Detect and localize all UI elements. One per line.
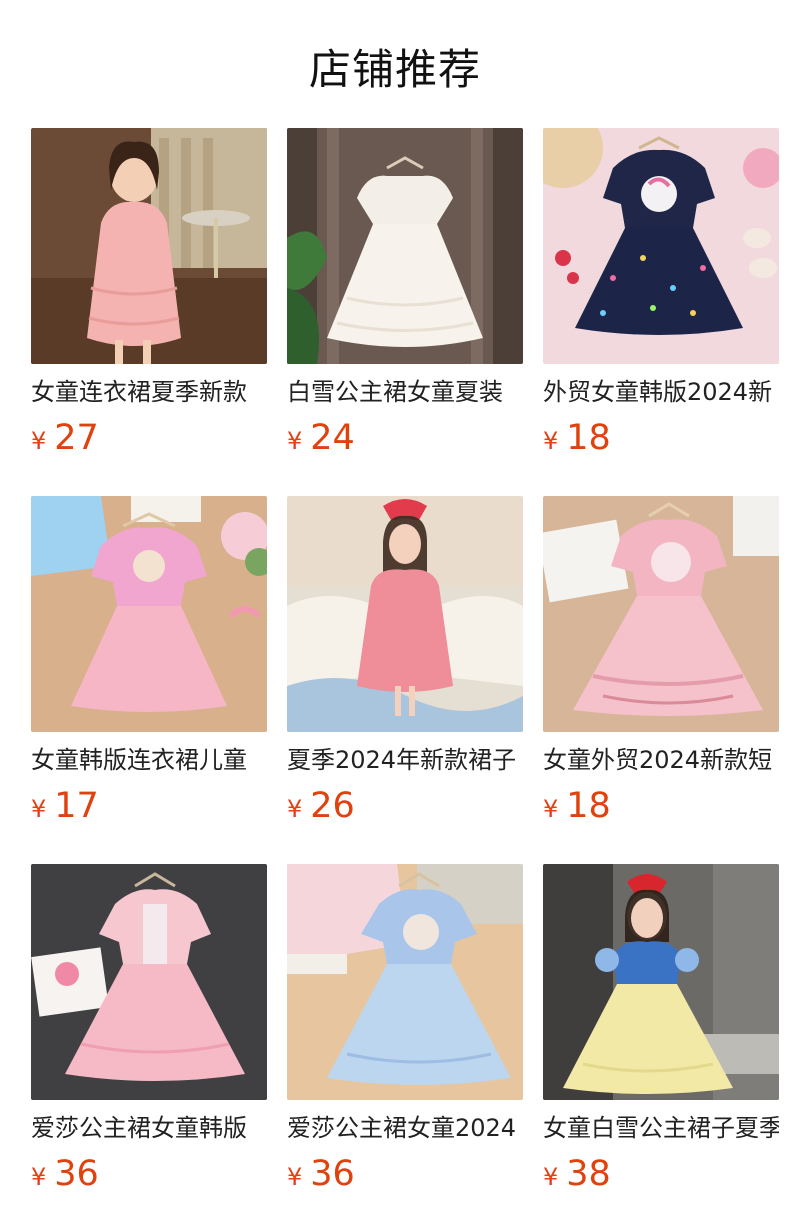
section-title: 店铺推荐 bbox=[308, 45, 481, 94]
product-photo bbox=[543, 864, 779, 1100]
product-price: ¥36 bbox=[31, 1152, 99, 1196]
product-price: ¥27 bbox=[31, 416, 99, 460]
price-value: 26 bbox=[310, 786, 355, 826]
product-card[interactable]: 爱莎公主裙女童2024 ¥36 bbox=[287, 864, 523, 1194]
price-value: 18 bbox=[566, 418, 611, 458]
currency-symbol: ¥ bbox=[31, 427, 47, 455]
product-price: ¥26 bbox=[287, 784, 355, 828]
price-value: 24 bbox=[310, 418, 355, 458]
product-name[interactable]: 夏季2024年新款裙子 bbox=[287, 743, 523, 777]
product-image[interactable] bbox=[31, 864, 267, 1100]
currency-symbol: ¥ bbox=[31, 1163, 47, 1191]
product-name[interactable]: 外贸女童韩版2024新 bbox=[543, 375, 779, 409]
currency-symbol: ¥ bbox=[543, 1163, 559, 1191]
product-name[interactable]: 女童白雪公主裙子夏季 bbox=[543, 1111, 779, 1145]
currency-symbol: ¥ bbox=[31, 795, 47, 823]
product-photo bbox=[31, 496, 267, 732]
price-value: 38 bbox=[566, 1154, 611, 1194]
currency-symbol: ¥ bbox=[287, 1163, 303, 1191]
product-card[interactable]: 爱莎公主裙女童韩版 ¥36 bbox=[31, 864, 267, 1194]
product-image[interactable] bbox=[287, 128, 523, 364]
currency-symbol: ¥ bbox=[287, 427, 303, 455]
product-name[interactable]: 女童韩版连衣裙儿童 bbox=[31, 743, 267, 777]
product-photo bbox=[543, 128, 779, 364]
price-value: 36 bbox=[54, 1154, 99, 1194]
product-card[interactable]: 女童外贸2024新款短 ¥18 bbox=[543, 496, 779, 826]
product-card[interactable]: 女童白雪公主裙子夏季 ¥38 bbox=[543, 864, 779, 1194]
product-image[interactable] bbox=[31, 496, 267, 732]
product-card[interactable]: 白雪公主裙女童夏装 ¥24 bbox=[287, 128, 523, 458]
product-image[interactable] bbox=[543, 496, 779, 732]
currency-symbol: ¥ bbox=[543, 795, 559, 823]
product-photo bbox=[287, 496, 523, 732]
product-name[interactable]: 爱莎公主裙女童韩版 bbox=[31, 1111, 267, 1145]
product-photo bbox=[287, 128, 523, 364]
product-price: ¥36 bbox=[287, 1152, 355, 1196]
price-value: 18 bbox=[566, 786, 611, 826]
product-image[interactable] bbox=[543, 864, 779, 1100]
product-name[interactable]: 白雪公主裙女童夏装 bbox=[287, 375, 523, 409]
product-image[interactable] bbox=[287, 496, 523, 732]
product-image[interactable] bbox=[543, 128, 779, 364]
currency-symbol: ¥ bbox=[543, 427, 559, 455]
product-price: ¥17 bbox=[31, 784, 99, 828]
currency-symbol: ¥ bbox=[287, 795, 303, 823]
product-price: ¥24 bbox=[287, 416, 355, 460]
product-price: ¥38 bbox=[543, 1152, 611, 1196]
product-name[interactable]: 女童外贸2024新款短 bbox=[543, 743, 779, 777]
product-photo bbox=[543, 496, 779, 732]
product-name[interactable]: 爱莎公主裙女童2024 bbox=[287, 1111, 523, 1145]
product-image[interactable] bbox=[287, 864, 523, 1100]
product-card[interactable]: 夏季2024年新款裙子 ¥26 bbox=[287, 496, 523, 826]
product-photo bbox=[287, 864, 523, 1100]
product-card[interactable]: 女童韩版连衣裙儿童 ¥17 bbox=[31, 496, 267, 826]
product-photo bbox=[31, 128, 267, 364]
product-price: ¥18 bbox=[543, 416, 611, 460]
product-name[interactable]: 女童连衣裙夏季新款 bbox=[31, 375, 267, 409]
product-card[interactable]: 女童连衣裙夏季新款 ¥27 bbox=[31, 128, 267, 458]
price-value: 17 bbox=[54, 786, 99, 826]
product-card[interactable]: 外贸女童韩版2024新 ¥18 bbox=[543, 128, 779, 458]
price-value: 36 bbox=[310, 1154, 355, 1194]
product-price: ¥18 bbox=[543, 784, 611, 828]
product-photo bbox=[31, 864, 267, 1100]
product-image[interactable] bbox=[31, 128, 267, 364]
price-value: 27 bbox=[54, 418, 99, 458]
